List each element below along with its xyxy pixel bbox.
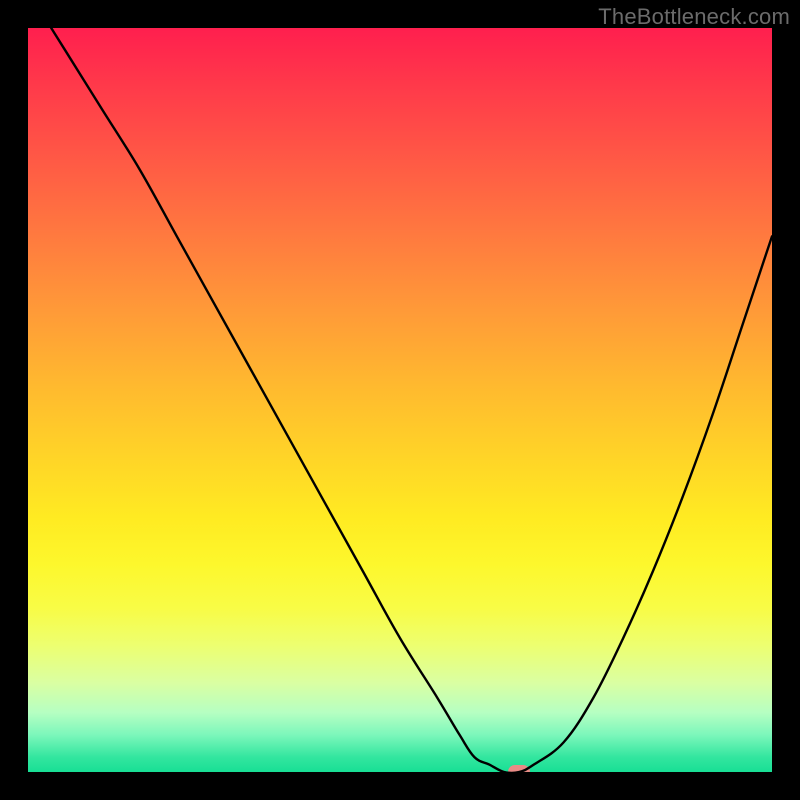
watermark-text: TheBottleneck.com (598, 4, 790, 30)
plot-area (28, 28, 772, 772)
bottleneck-curve (28, 28, 772, 772)
chart-container: TheBottleneck.com (0, 0, 800, 800)
